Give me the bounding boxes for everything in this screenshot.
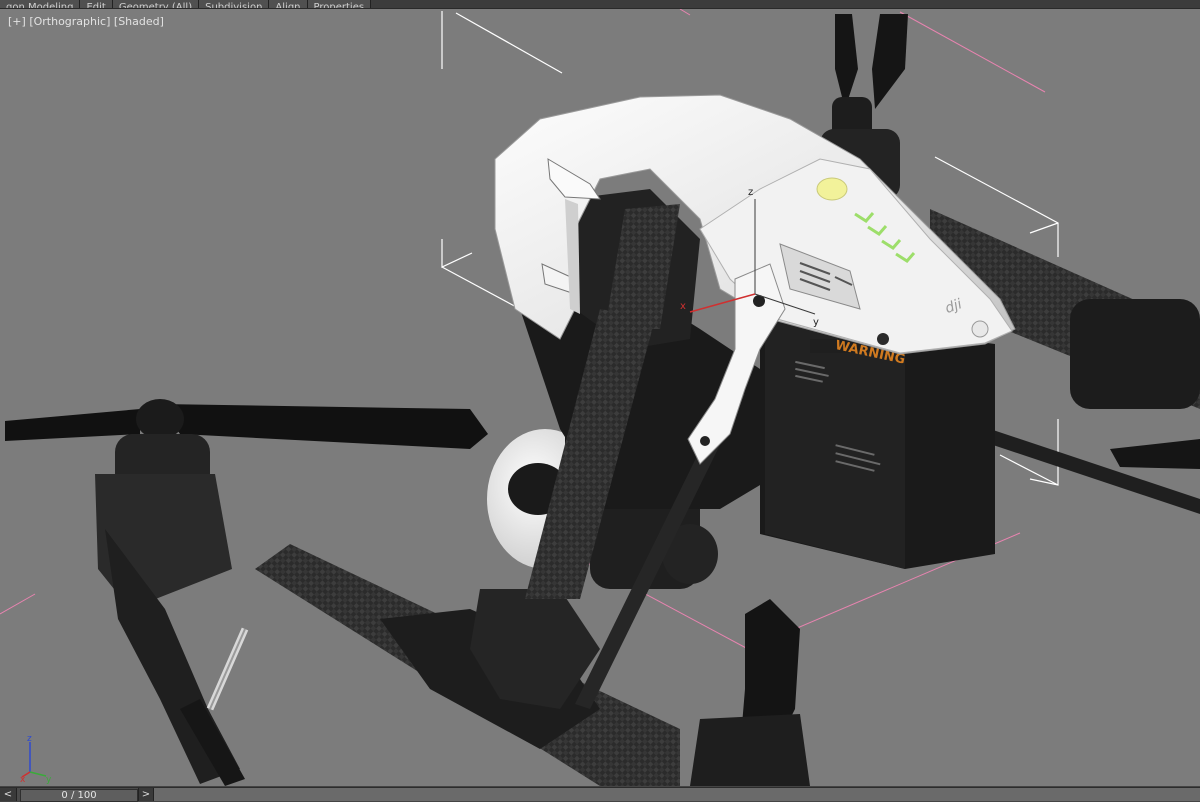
tripod-x-label: x — [20, 775, 26, 784]
gizmo-y-label: y — [813, 317, 819, 328]
time-slider-bar: < 0 / 100 > — [0, 787, 1200, 802]
previous-frame-button[interactable]: < — [0, 788, 17, 801]
viewport-label: [+] [Orthographic] [Shaded] — [8, 15, 164, 28]
tripod-y-label: y — [46, 775, 52, 784]
scene-canvas[interactable]: WARNING dji x z y — [0, 9, 1200, 786]
gizmo-z-label: z — [748, 187, 753, 198]
left-motor-assembly — [5, 399, 488, 786]
viewport-shading-mode[interactable]: [Shaded] — [114, 15, 164, 28]
tab-align[interactable]: Align — [269, 0, 308, 8]
next-frame-button[interactable]: > — [138, 788, 154, 801]
bbox-edge-top — [899, 11, 1046, 93]
ribbon-tabs: gon Modeling Edit Geometry (All) Subdivi… — [0, 0, 1200, 9]
time-slider[interactable]: 0 / 100 — [20, 789, 138, 802]
tab-subdivision[interactable]: Subdivision — [199, 0, 270, 8]
tab-edit[interactable]: Edit — [80, 0, 113, 8]
gizmo-x-label: x — [680, 301, 686, 312]
tripod-z-label: z — [27, 734, 32, 744]
perspective-viewport[interactable]: WARNING dji x z y [+] [Orthographic] [Sh… — [0, 9, 1200, 786]
bbox-edge-top-small — [679, 9, 691, 16]
bbox-edge-left — [0, 593, 36, 615]
viewport-point-of-view[interactable]: [Orthographic] — [29, 15, 110, 28]
axis-tripod: z x y — [20, 734, 52, 784]
timeline-track[interactable] — [154, 788, 1200, 801]
tab-properties[interactable]: Properties — [307, 0, 372, 8]
status-led — [816, 177, 848, 201]
battery-pack: WARNING — [760, 314, 995, 569]
viewport-menu-plus[interactable]: [+] — [8, 15, 26, 28]
tab-polygon-modeling[interactable]: gon Modeling — [0, 0, 81, 8]
tab-geometry-all[interactable]: Geometry (All) — [112, 0, 200, 8]
